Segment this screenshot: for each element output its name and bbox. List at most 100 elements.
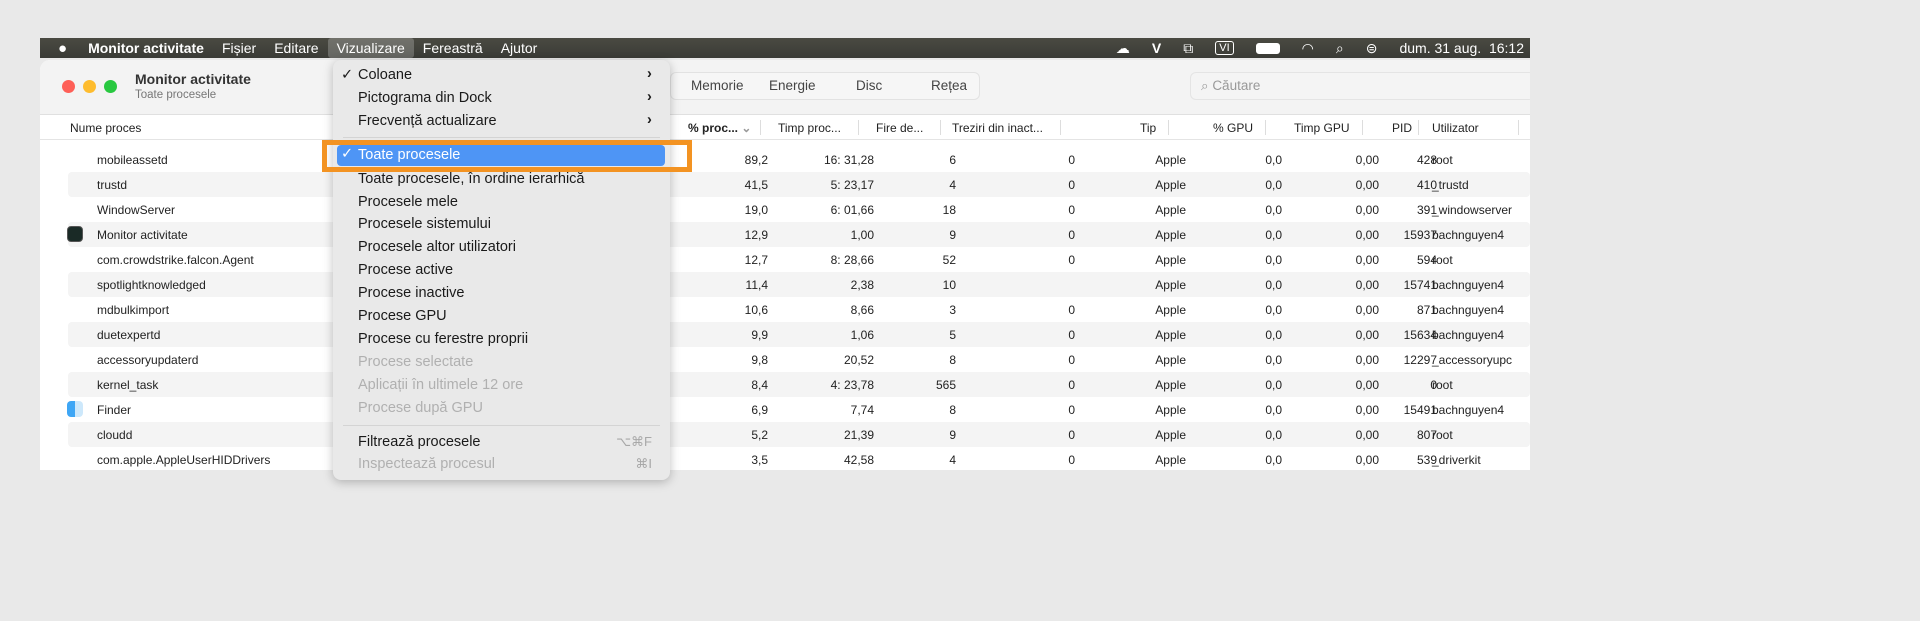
search-input[interactable]: ⌕ Căutare [1190, 72, 1530, 100]
table-row[interactable]: mdbulkimport 10,6 8,66 3 0 Apple 0,0 0,00 871 bac… [68, 297, 1530, 322]
menu-item[interactable]: Procese inactive [358, 282, 464, 304]
window-stack-icon[interactable]: ⧉ [1183, 40, 1193, 57]
menu-file[interactable]: Fișier [213, 38, 265, 58]
cell-cpu: 3,5 [751, 453, 768, 467]
col-gpu[interactable]: % GPU [1213, 121, 1253, 135]
cell-kind: Apple [1155, 453, 1186, 467]
activity-monitor-window: Monitor activitate Toate procesele Memor… [40, 60, 1530, 470]
cell-idle-wakeups: 0 [1068, 253, 1075, 267]
clock[interactable]: dum. 31 aug. 16:12 [1399, 40, 1524, 56]
cell-gpu-time: 0,00 [1355, 403, 1379, 417]
table-row[interactable]: duetexpertd 9,9 1,06 5 0 Apple 0,0 0,00 15634 bac… [68, 322, 1530, 347]
view-menu-dropdown: Coloane ✓ › Pictograma din Dock › Frecvență a… [333, 60, 670, 480]
cell-cpu: 5,2 [751, 428, 768, 442]
close-button[interactable] [62, 80, 75, 93]
menu-item[interactable]: Procese GPU [358, 305, 447, 327]
menu-item[interactable]: Coloane [358, 64, 412, 86]
table-row[interactable]: WindowServer 19,0 6: 01,66 18 0 Apple 0,0 0,00 3… [68, 197, 1530, 222]
menu-item[interactable]: Procese active [358, 259, 453, 281]
menu-help[interactable]: Ajutor [492, 38, 547, 58]
chevron-right-icon: › [647, 66, 652, 82]
cell-idle-wakeups: 0 [1068, 378, 1075, 392]
col-cpu[interactable]: % proc... ⌄ [688, 121, 751, 135]
menu-item[interactable]: Filtrează procesele [358, 431, 481, 453]
col-user[interactable]: Utilizator [1432, 121, 1479, 135]
control-center-icon[interactable]: ⊜ [1366, 40, 1378, 57]
cell-gpu-time: 0,00 [1355, 278, 1379, 292]
menu-item[interactable]: Procesele altor utilizatori [358, 236, 516, 258]
cell-idle-wakeups: 0 [1068, 403, 1075, 417]
menu-shortcut: ⌘I [635, 456, 652, 471]
input-source[interactable]: VI [1215, 41, 1234, 55]
col-pid[interactable]: PID [1392, 121, 1412, 135]
col-idle-wakeups[interactable]: Treziri din inact... [952, 121, 1043, 135]
battery-icon[interactable] [1255, 42, 1280, 54]
cell-gpu-time: 0,00 [1355, 253, 1379, 267]
cell-threads: 8 [949, 353, 956, 367]
menu-item[interactable]: Procese cu ferestre proprii [358, 328, 528, 350]
cloud-icon[interactable]: ☁ [1116, 40, 1130, 57]
spotlight-icon[interactable]: ⌕ [1336, 40, 1344, 57]
tab-disk[interactable]: Disc [856, 78, 882, 93]
table-row[interactable]: com.crowdstrike.falcon.Agent 12,7 8: 28,66… [68, 247, 1530, 272]
menu-item[interactable]: Frecvență actualizare [358, 110, 497, 132]
cell-gpu: 0,0 [1265, 328, 1282, 342]
cell-kind: Apple [1155, 353, 1186, 367]
zoom-button[interactable] [104, 80, 117, 93]
tab-memory[interactable]: Memorie [691, 78, 744, 93]
cell-cpu: 19,0 [744, 203, 768, 217]
cell-kind: Apple [1155, 428, 1186, 442]
cell-name: trustd [97, 178, 128, 192]
cell-gpu-time: 0,00 [1355, 328, 1379, 342]
minimize-button[interactable] [83, 80, 96, 93]
cell-name: com.crowdstrike.falcon.Agent [97, 253, 254, 267]
cell-gpu: 0,0 [1265, 303, 1282, 317]
tab-network[interactable]: Rețea [931, 78, 967, 93]
cell-user: root [1432, 153, 1453, 167]
apple-menu-icon[interactable]: ● [40, 40, 79, 57]
cell-gpu-time: 0,00 [1355, 453, 1379, 467]
table-row[interactable]: spotlightknowledged 11,4 2,38 10 Apple 0,0 0,0… [68, 272, 1530, 297]
cell-cpu: 41,5 [744, 178, 768, 192]
cell-cpu-time: 8,66 [850, 303, 874, 317]
cell-kind: Apple [1155, 378, 1186, 392]
menu-view[interactable]: Vizualizare [327, 38, 414, 58]
col-name[interactable]: Nume proces [70, 121, 141, 135]
table-row[interactable]: com.apple.AppleUserHIDDrivers 3,5 42,58 4 0 A… [68, 447, 1530, 470]
cell-name: kernel_task [97, 378, 159, 392]
menu-window[interactable]: Fereastră [414, 38, 492, 58]
menu-item[interactable]: Procesele sistemului [358, 213, 491, 235]
menu-item: Aplicații în ultimele 12 ore [358, 377, 524, 393]
cell-user: bachnguyen4 [1432, 403, 1505, 417]
cell-gpu-time: 0,00 [1355, 353, 1379, 367]
finder-app-icon [67, 401, 83, 417]
col-kind[interactable]: Tip [1140, 121, 1156, 135]
cell-user: root [1432, 253, 1453, 267]
col-threads[interactable]: Fire de... [876, 121, 923, 135]
menu-item: Procese selectate [358, 354, 474, 370]
table-row[interactable]: kernel_task 8,4 4: 23,78 565 0 Apple 0,0 0,00 0 r… [68, 372, 1530, 397]
cell-name: duetexpertd [97, 328, 161, 342]
cell-name: cloudd [97, 428, 133, 442]
cell-name: mobileassetd [97, 153, 168, 167]
cell-threads: 3 [949, 303, 956, 317]
tab-energy[interactable]: Energie [769, 78, 816, 93]
menu-item[interactable]: Pictograma din Dock [358, 87, 492, 109]
table-row[interactable]: Monitor activitate 12,9 1,00 9 0 Apple 0,0 0,00… [67, 222, 1530, 247]
cell-gpu-time: 0,00 [1355, 228, 1379, 242]
menu-edit[interactable]: Editare [265, 38, 327, 58]
wifi-icon[interactable]: ◠ [1302, 40, 1314, 57]
vpn-icon[interactable]: V [1152, 40, 1161, 56]
table-row[interactable]: accessoryupdaterd 9,8 20,52 8 0 Apple 0,0 0,00 1… [68, 347, 1530, 372]
col-gpu-time[interactable]: Timp GPU [1294, 121, 1350, 135]
menu-app[interactable]: Monitor activitate [79, 38, 213, 58]
col-cpu-time[interactable]: Timp proc... [778, 121, 841, 135]
table-row[interactable]: cloudd 5,2 21,39 9 0 Apple 0,0 0,00 807 root [68, 422, 1530, 447]
table-row[interactable]: Finder 6,9 7,74 8 0 Apple 0,0 0,00 15491 bachnguy… [67, 397, 1530, 422]
cell-cpu-time: 1,00 [850, 228, 874, 242]
cell-gpu: 0,0 [1265, 378, 1282, 392]
cell-name: accessoryupdaterd [97, 353, 199, 367]
menu-item[interactable]: Procesele mele [358, 191, 458, 213]
table-row[interactable]: trustd 41,5 5: 23,17 4 0 Apple 0,0 0,00 410 _trus… [68, 172, 1530, 197]
table-row[interactable]: mobileassetd 89,2 16: 31,28 6 0 Apple 0,0 0,00 4… [68, 147, 1530, 172]
